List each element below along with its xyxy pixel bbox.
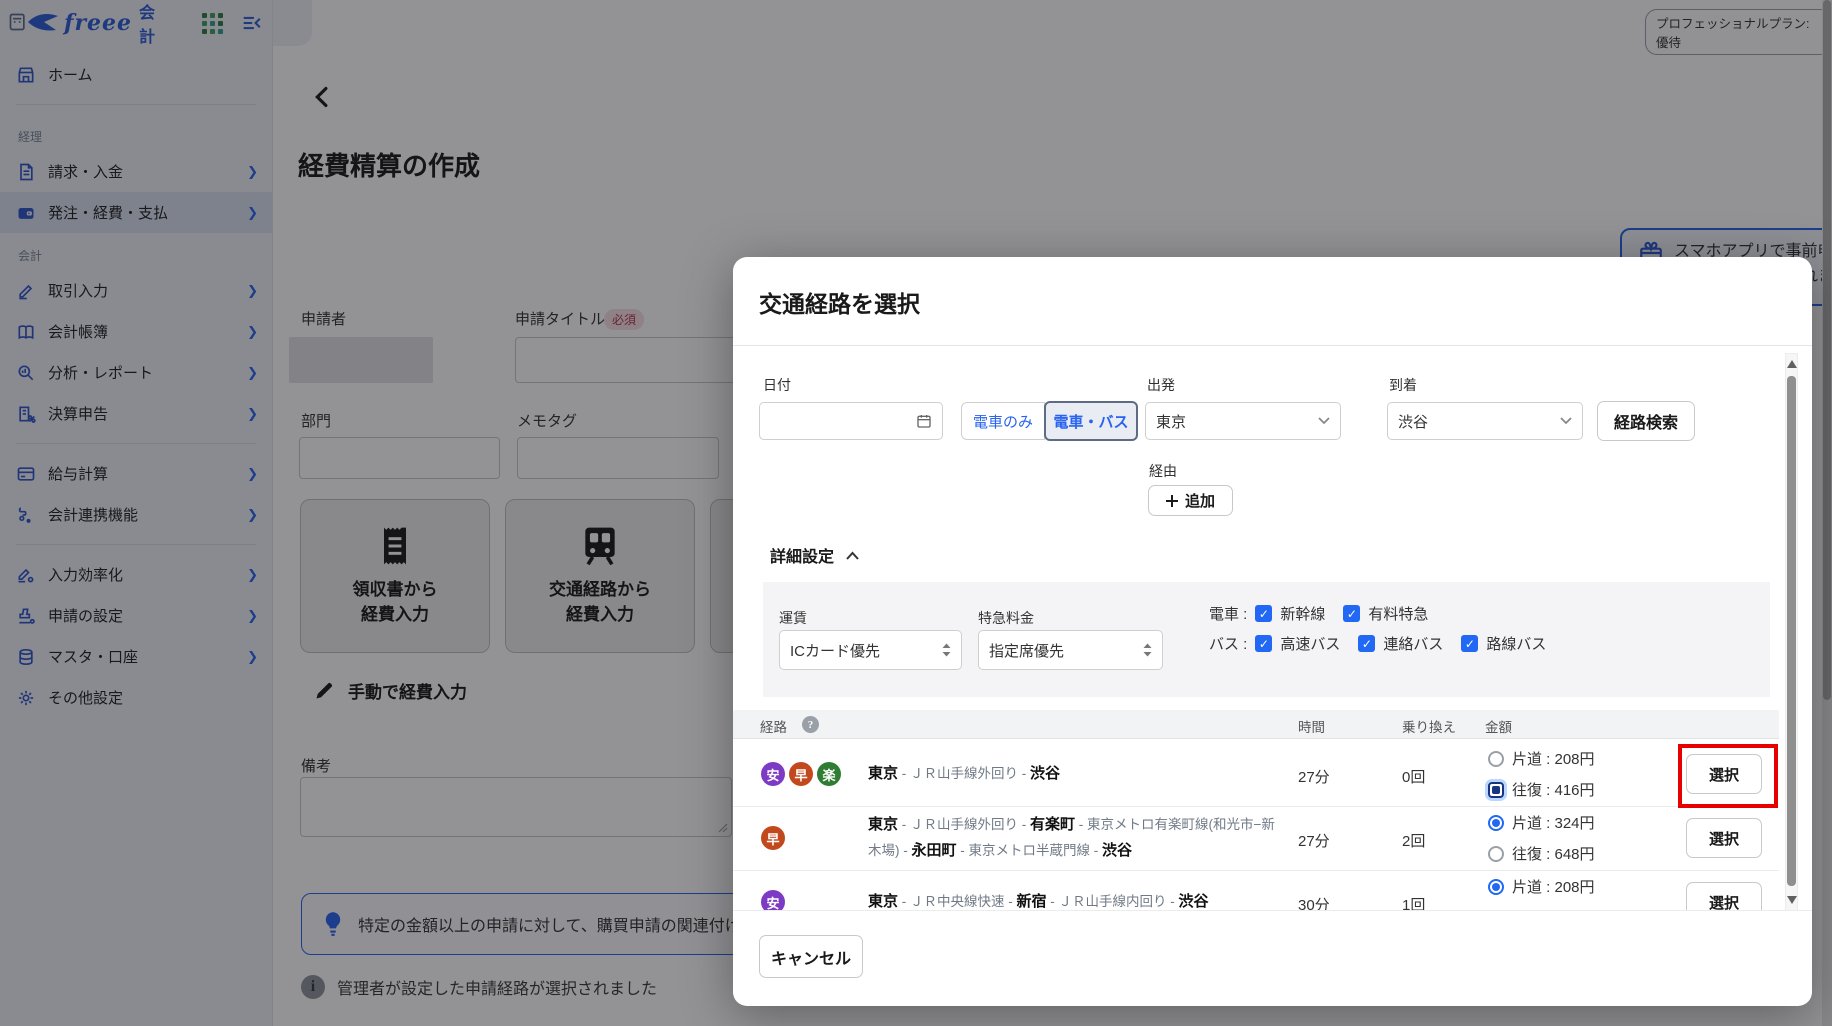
radio-selected-focused-icon[interactable]	[1488, 782, 1504, 798]
fare-oneway-option[interactable]: 片道 : 208円	[1488, 876, 1595, 897]
route-select-modal: 交通経路を選択 日付 電車のみ 電車・バス 出発 東京 到着 渋谷 経路検索 経…	[733, 257, 1812, 1005]
route-transfers: 1回	[1402, 894, 1425, 910]
radio-unselected-icon[interactable]	[1488, 751, 1504, 767]
route-row-2: 早 東京 - ＪＲ山手線外回り - 有楽町 - 東京メトロ有楽町線(和光市−新木…	[733, 806, 1779, 871]
app-window: freee 会計 ホーム 経理 請求・入金❯ 発注・経費・支払❯	[0, 0, 1832, 1026]
route-transfers: 0回	[1402, 766, 1425, 787]
route-description: 東京 - ＪＲ中央線快速 - 新宿 - ＪＲ山手線内回り - 渋谷	[868, 870, 1278, 910]
radio-selected-icon[interactable]	[1488, 879, 1504, 895]
fare-oneway-option[interactable]: 片道 : 208円	[1488, 748, 1595, 769]
scroll-down-icon[interactable]	[1787, 896, 1797, 904]
route-row-1: 安 早 楽 東京 - ＪＲ山手線外回り - 渋谷 27分 0回 片道 : 208…	[733, 742, 1779, 807]
route-time: 27分	[1298, 766, 1330, 787]
route-row-3: 安 東京 - ＪＲ中央線快速 - 新宿 - ＪＲ山手線内回り - 渋谷 30分 …	[733, 870, 1779, 910]
select-route-button-3[interactable]: 選択	[1686, 882, 1762, 910]
fare-roundtrip-option[interactable]: 往復 : 416円	[1488, 779, 1595, 800]
select-route-button-2[interactable]: 選択	[1686, 818, 1762, 858]
modal-title: 交通経路を選択	[759, 285, 920, 319]
route-description: 東京 - ＪＲ山手線外回り - 渋谷	[868, 742, 1278, 806]
results-table-body: 安 早 楽 東京 - ＪＲ山手線外回り - 渋谷 27分 0回 片道 : 208…	[733, 346, 1779, 910]
route-transfers: 2回	[1402, 830, 1425, 851]
fare-oneway-option[interactable]: 片道 : 324円	[1488, 812, 1595, 833]
scroll-up-icon[interactable]	[1787, 360, 1797, 368]
modal-scrollbar-thumb[interactable]	[1787, 376, 1796, 886]
badge-fast: 早	[761, 826, 785, 850]
radio-selected-icon[interactable]	[1488, 815, 1504, 831]
badge-easy: 楽	[817, 762, 841, 786]
cancel-button[interactable]: キャンセル	[759, 935, 863, 978]
modal-scrollbar[interactable]	[1785, 353, 1798, 911]
modal-footer: キャンセル	[733, 910, 1812, 1006]
badge-fast: 早	[789, 762, 813, 786]
route-time: 30分	[1298, 894, 1330, 910]
badge-cheap: 安	[761, 762, 785, 786]
annotation-highlight-box	[1678, 744, 1778, 808]
route-time: 27分	[1298, 830, 1330, 851]
route-description: 東京 - ＪＲ山手線外回り - 有楽町 - 東京メトロ有楽町線(和光市−新木場)…	[868, 806, 1278, 870]
badge-cheap: 安	[761, 890, 785, 910]
radio-unselected-icon[interactable]	[1488, 846, 1504, 862]
fare-roundtrip-option[interactable]: 往復 : 648円	[1488, 843, 1595, 864]
